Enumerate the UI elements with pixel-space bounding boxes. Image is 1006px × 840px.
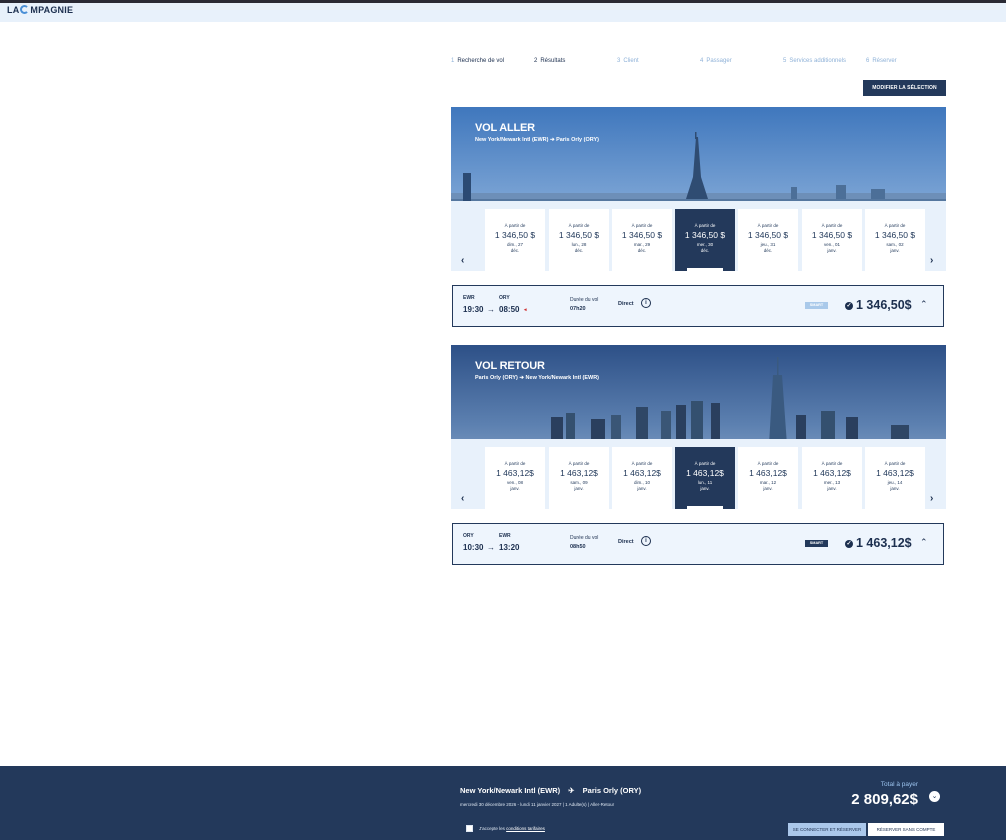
logo-text-right: MPAGNIE bbox=[30, 5, 74, 15]
return-direct: Direct bbox=[618, 539, 634, 545]
fare-conditions-link[interactable]: conditions tarifaires bbox=[506, 826, 545, 831]
outbound-price: ✓ 1 346,50$ bbox=[845, 298, 912, 312]
outbound-title: VOL ALLER bbox=[475, 122, 535, 134]
arrow-right-icon: → bbox=[487, 543, 495, 552]
outbound-arr-time: 08:50 bbox=[499, 305, 520, 314]
accept-terms-checkbox[interactable] bbox=[466, 825, 473, 832]
return-flight-summary[interactable]: ORY EWR 10:30 → 13:20 Durée du vol 08h50… bbox=[452, 523, 944, 565]
outbound-dep-time: 19:30 bbox=[463, 305, 484, 314]
logo[interactable]: LA MPAGNIE bbox=[7, 5, 73, 15]
return-price: ✓ 1 463,12$ bbox=[845, 536, 912, 550]
return-date-card[interactable]: À partir de 1 463,12$ dim., 10 janv. bbox=[612, 447, 672, 509]
outbound-date-card[interactable]: À partir de 1 346,50 $ jeu., 31 déc. bbox=[738, 209, 798, 271]
progress-steps: 1 Recherche de vol 2 Résultats 3 Client 4 Pa… bbox=[451, 58, 946, 70]
return-duration-label: Durée du vol bbox=[570, 535, 599, 541]
total-amount: 2 809,62$ bbox=[851, 791, 918, 808]
return-route: Paris Orly (ORY) ➔ New York/Newark Intl … bbox=[475, 375, 600, 381]
check-circle-icon: ✓ bbox=[845, 302, 853, 310]
return-dep-code: ORY bbox=[463, 533, 474, 539]
step-search[interactable]: 1 Recherche de vol bbox=[451, 58, 504, 64]
book-without-account-button[interactable]: RÉSERVER SANS COMPTE bbox=[868, 823, 944, 836]
outbound-duration: 07h20 bbox=[570, 306, 586, 312]
return-dep-time: 10:30 bbox=[463, 543, 484, 552]
outbound-duration-label: Durée du vol bbox=[570, 297, 599, 303]
chevron-up-icon[interactable]: ⌃ bbox=[920, 299, 928, 310]
outbound-dep-code: EWR bbox=[463, 295, 475, 301]
outbound-date-card[interactable]: À partir de 1 346,50 $ ven., 01 janv. bbox=[802, 209, 862, 271]
return-arr-time: 13:20 bbox=[499, 543, 520, 552]
return-prev-arrow[interactable]: ‹ bbox=[461, 493, 464, 504]
arrow-right-icon: → bbox=[487, 305, 495, 314]
next-day-marker-icon: ◂ bbox=[524, 307, 527, 313]
outbound-date-card-selected[interactable]: À partir de 1 346,50 $ mer., 30 déc. bbox=[675, 209, 735, 271]
footer-route: New York/Newark Intl (EWR) ✈ Paris Orly … bbox=[460, 786, 642, 795]
step-client: 3 Client bbox=[617, 58, 639, 64]
return-title: VOL RETOUR bbox=[475, 360, 545, 372]
return-next-arrow[interactable]: › bbox=[930, 493, 933, 504]
outbound-date-card[interactable]: À partir de 1 346,50 $ sam., 02 janv. bbox=[865, 209, 925, 271]
chevron-up-icon[interactable]: ⌃ bbox=[920, 537, 928, 548]
return-arr-code: EWR bbox=[499, 533, 511, 539]
check-circle-icon: ✓ bbox=[845, 540, 853, 548]
booking-footer: New York/Newark Intl (EWR) ✈ Paris Orly … bbox=[0, 766, 1006, 840]
step-book: 6 Réserver bbox=[866, 58, 897, 64]
outbound-direct: Direct bbox=[618, 301, 634, 307]
outbound-date-card[interactable]: À partir de 1 346,50 $ dim., 27 déc. bbox=[485, 209, 545, 271]
chevron-down-icon[interactable]: ⌄ bbox=[929, 791, 940, 802]
login-and-book-button[interactable]: SE CONNECTER ET RÉSERVER bbox=[788, 823, 866, 836]
step-passenger: 4 Passager bbox=[700, 58, 732, 64]
accept-terms-label: J'accepte les conditions tarifaires bbox=[479, 826, 545, 831]
header: LA MPAGNIE bbox=[0, 3, 1006, 22]
outbound-date-card[interactable]: À partir de 1 346,50 $ lun., 28 déc. bbox=[549, 209, 609, 271]
step-services: 5 Services additionnels bbox=[783, 58, 847, 64]
return-date-card[interactable]: À partir de 1 463,12$ jeu., 14 janv. bbox=[865, 447, 925, 509]
total-label: Total à payer bbox=[880, 781, 918, 788]
outbound-next-arrow[interactable]: › bbox=[930, 255, 933, 266]
outbound-prev-arrow[interactable]: ‹ bbox=[461, 255, 464, 266]
outbound-flight-summary[interactable]: EWR ORY 19:30 → 08:50 ◂ Durée du vol 07h… bbox=[452, 285, 944, 327]
outbound-date-card[interactable]: À partir de 1 346,50 $ mar., 29 déc. bbox=[612, 209, 672, 271]
return-date-card-selected[interactable]: À partir de 1 463,12$ lun., 11 janv. bbox=[675, 447, 735, 509]
outbound-section: VOL ALLER New York/Newark Intl (EWR) ➔ P… bbox=[451, 107, 946, 329]
footer-trip-details: mercredi 30 décembre 2026 - lundi 11 jan… bbox=[460, 802, 615, 807]
return-date-card[interactable]: À partir de 1 463,12$ ven., 08 janv. bbox=[485, 447, 545, 509]
logo-mark-icon bbox=[20, 5, 30, 14]
outbound-arr-code: ORY bbox=[499, 295, 510, 301]
info-icon[interactable]: i bbox=[641, 536, 651, 546]
info-icon[interactable]: i bbox=[641, 298, 651, 308]
plane-icon: ✈ bbox=[568, 786, 575, 795]
return-date-card[interactable]: À partir de 1 463,12$ sam., 09 janv. bbox=[549, 447, 609, 509]
return-date-card[interactable]: À partir de 1 463,12$ mar., 12 janv. bbox=[738, 447, 798, 509]
return-section: VOL RETOUR Paris Orly (ORY) ➔ New York/N… bbox=[451, 345, 946, 567]
outbound-route: New York/Newark Intl (EWR) ➔ Paris Orly … bbox=[475, 137, 600, 143]
logo-text-left: LA bbox=[7, 5, 20, 15]
return-duration: 08h50 bbox=[570, 544, 586, 550]
outbound-fare-badge: SMART bbox=[805, 302, 828, 309]
return-fare-badge: SMART bbox=[805, 540, 828, 547]
modify-selection-button[interactable]: MODIFIER LA SÉLECTION bbox=[863, 80, 946, 96]
step-results[interactable]: 2 Résultats bbox=[534, 58, 565, 64]
return-date-card[interactable]: À partir de 1 463,12$ mer., 13 janv. bbox=[802, 447, 862, 509]
